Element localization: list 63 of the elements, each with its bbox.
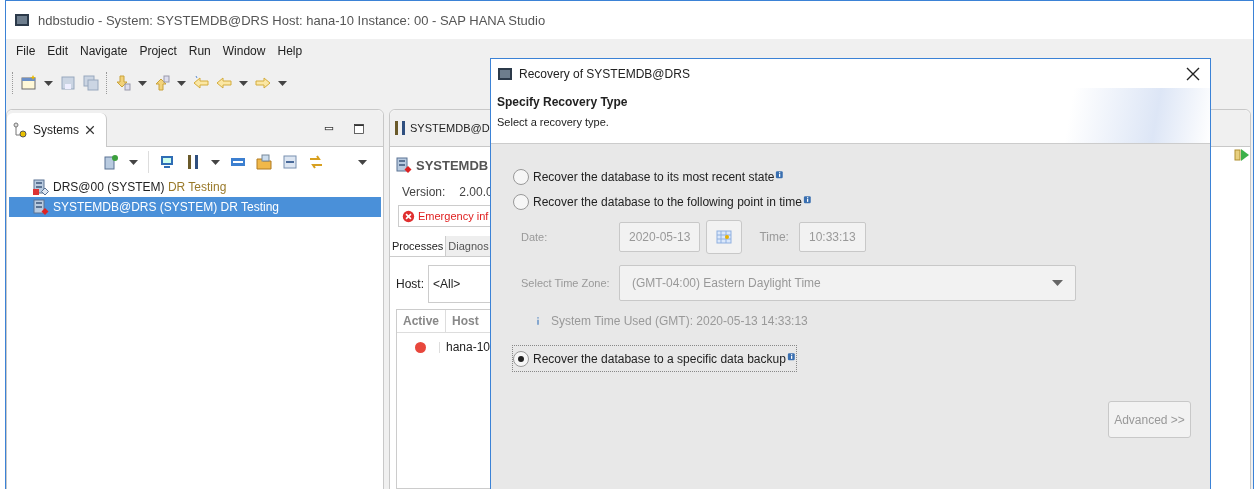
info-icon	[774, 169, 785, 180]
date-label: Date:	[521, 231, 549, 243]
menu-item[interactable]: Project	[133, 44, 183, 58]
editor-heading: SYSTEMDB	[416, 157, 489, 173]
menu-item[interactable]: Window	[216, 44, 272, 58]
time-label: Time:	[759, 230, 789, 244]
monitor-icon[interactable]	[159, 154, 175, 170]
caret-icon[interactable]	[129, 159, 138, 165]
version-label: Version:	[402, 185, 446, 199]
radio-button[interactable]	[513, 350, 529, 367]
radio-option[interactable]: Recover the database to the following point in time	[513, 189, 812, 214]
info-icon	[801, 194, 812, 205]
app-icon	[497, 65, 513, 82]
caret-icon	[1052, 280, 1063, 286]
caret-icon[interactable]	[138, 80, 147, 86]
system-time-text: System Time Used (GMT): 2020-05-13 14:33:13	[551, 314, 808, 328]
run-icon[interactable]	[1234, 147, 1250, 163]
maximize-icon[interactable]	[353, 123, 365, 135]
editor-tab[interactable]: SYSTEMDB@D	[390, 120, 493, 136]
view-menu-icon[interactable]	[358, 159, 367, 165]
menu-item[interactable]: Edit	[41, 44, 75, 58]
app-icon	[14, 12, 30, 28]
view-tab[interactable]: Systems	[7, 113, 107, 147]
caret-icon[interactable]	[278, 80, 287, 86]
window-title: hdbstudio - System: SYSTEMDB@DRS Host: hana-10 Instance: 00 - SAP HANA Studio	[38, 12, 546, 28]
dialog-description: Select a recovery type.	[497, 116, 610, 128]
new-icon[interactable]	[21, 75, 37, 91]
caret-icon[interactable]	[177, 80, 186, 86]
menu-item[interactable]: File	[10, 44, 42, 58]
menu-item[interactable]: Run	[182, 44, 217, 58]
menu-item[interactable]: Navigate	[74, 44, 134, 58]
caret-icon[interactable]	[239, 80, 248, 86]
option-label: Recover the database to a specific data backup	[533, 351, 786, 366]
info-icon	[785, 351, 796, 362]
caret-icon[interactable]	[44, 80, 53, 86]
radio-option[interactable]: Recover the database to a specific data backup	[513, 346, 796, 371]
radio-button[interactable]	[513, 193, 529, 210]
radio-option[interactable]: Recover the database to its most recent state	[513, 164, 785, 189]
close-button[interactable]	[1186, 66, 1200, 81]
dialog-title: Recovery of SYSTEMDB@DRS	[519, 66, 690, 81]
column-header: Active	[397, 310, 446, 332]
option-label: Recover the database to the following point in time	[533, 194, 802, 209]
radio-button[interactable]	[513, 168, 529, 185]
caret-icon[interactable]	[211, 159, 220, 165]
database-icon	[396, 157, 412, 173]
close-icon[interactable]	[84, 124, 96, 136]
host-label: Host:	[396, 277, 424, 291]
database-icon	[33, 179, 49, 195]
option-label: Recover the database to its most recent state	[533, 169, 775, 184]
database-icon	[33, 199, 49, 215]
error-icon	[402, 209, 415, 223]
systems-icon	[12, 122, 28, 138]
time-zone-label: Select Time Zone:	[521, 277, 611, 289]
menu-item[interactable]: Help	[271, 44, 309, 58]
column-header: Host	[451, 313, 479, 330]
page-tab[interactable]: Processes	[390, 236, 447, 256]
calendar-icon	[716, 229, 733, 245]
folder-icon[interactable]	[256, 154, 272, 170]
collapse-icon[interactable]	[282, 154, 298, 170]
dialog-header: Specify Recovery Type	[497, 95, 628, 109]
table-cell-text: hana-10	[445, 340, 491, 354]
system-item[interactable]: DRS@00 (SYSTEM) DR Testing	[9, 177, 381, 197]
add-system-icon[interactable]	[103, 154, 119, 170]
